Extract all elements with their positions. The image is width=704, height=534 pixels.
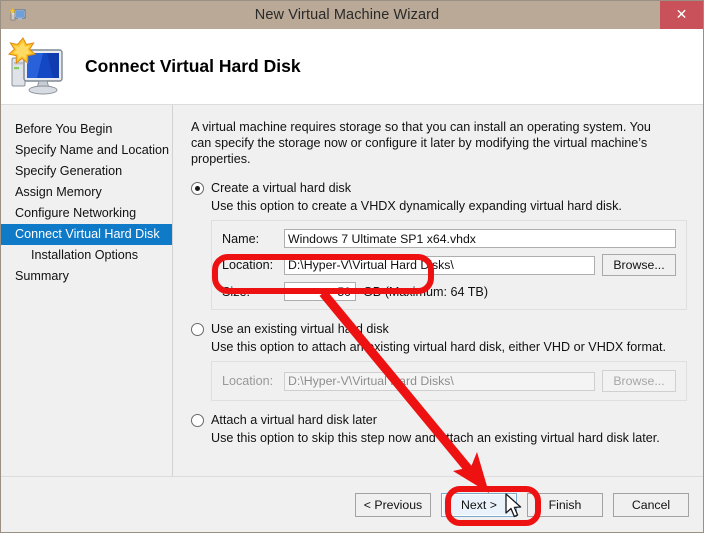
sidebar-item-specify-name-and-location[interactable]: Specify Name and Location bbox=[1, 140, 172, 161]
radio-create-virtual-hard-disk[interactable] bbox=[191, 182, 204, 195]
sidebar-item-configure-networking[interactable]: Configure Networking bbox=[1, 203, 172, 224]
virtual-machine-monitor-icon bbox=[7, 36, 63, 94]
size-suffix-label: GB (Maximum: 64 TB) bbox=[363, 284, 489, 299]
option-existing-label: Use an existing virtual hard disk bbox=[211, 322, 389, 336]
size-label: Size: bbox=[222, 284, 250, 299]
page-header: Connect Virtual Hard Disk bbox=[1, 29, 703, 105]
existing-location-input bbox=[284, 371, 595, 391]
close-icon[interactable]: ✕ bbox=[660, 1, 703, 29]
existing-location-label: Location: bbox=[222, 374, 274, 388]
sidebar-item-installation-options[interactable]: Installation Options bbox=[1, 245, 172, 266]
browse-location-button[interactable]: Browse... bbox=[602, 254, 676, 276]
sidebar-item-summary[interactable]: Summary bbox=[1, 266, 172, 287]
option-create-label: Create a virtual hard disk bbox=[211, 181, 351, 195]
app-icon bbox=[9, 8, 26, 21]
option-existing-description: Use this option to attach an existing vi… bbox=[211, 340, 666, 354]
wizard-footer: < Previous Next > Finish Cancel bbox=[1, 476, 703, 532]
sidebar-item-connect-virtual-hard-disk[interactable]: Connect Virtual Hard Disk bbox=[1, 224, 172, 245]
name-label: Name: bbox=[222, 231, 260, 246]
existing-disk-group: Location: Browse... bbox=[211, 361, 687, 401]
previous-button[interactable]: < Previous bbox=[355, 492, 431, 517]
option-create-virtual-hard-disk[interactable]: Create a virtual hard disk bbox=[191, 181, 687, 196]
location-field-row: Location: Browse... bbox=[222, 254, 676, 276]
sidebar-item-assign-memory[interactable]: Assign Memory bbox=[1, 182, 172, 203]
create-disk-group: Name: Location: Browse... Size: GB (Maxi… bbox=[211, 220, 687, 310]
page-title: Connect Virtual Hard Disk bbox=[85, 56, 301, 76]
option-attach-later-description: Use this option to skip this step now an… bbox=[211, 431, 660, 445]
option-attach-later[interactable]: Attach a virtual hard disk later bbox=[191, 413, 687, 428]
sidebar-item-before-you-begin[interactable]: Before You Begin bbox=[1, 119, 172, 140]
radio-use-existing-virtual-hard-disk[interactable] bbox=[191, 323, 204, 336]
finish-button[interactable]: Finish bbox=[527, 492, 603, 517]
size-field-row: Size: GB (Maximum: 64 TB) bbox=[222, 282, 676, 301]
wizard-body: Before You Begin Specify Name and Locati… bbox=[1, 105, 703, 476]
wizard-content: A virtual machine requires storage so th… bbox=[173, 105, 703, 476]
location-input[interactable] bbox=[284, 255, 595, 275]
next-button[interactable]: Next > bbox=[441, 492, 517, 517]
location-label: Location: bbox=[222, 258, 274, 272]
wizard-sidebar: Before You Begin Specify Name and Locati… bbox=[1, 105, 173, 476]
name-field-row: Name: bbox=[222, 229, 676, 248]
name-input[interactable] bbox=[284, 229, 676, 248]
option-create-description: Use this option to create a VHDX dynamic… bbox=[211, 199, 622, 213]
existing-browse-button: Browse... bbox=[602, 370, 676, 392]
sidebar-item-specify-generation[interactable]: Specify Generation bbox=[1, 161, 172, 182]
option-attach-later-label: Attach a virtual hard disk later bbox=[211, 413, 377, 427]
window-title: New Virtual Machine Wizard bbox=[254, 7, 440, 23]
title-bar: New Virtual Machine Wizard ✕ bbox=[1, 1, 703, 29]
option-use-existing-virtual-hard-disk[interactable]: Use an existing virtual hard disk bbox=[191, 322, 687, 337]
intro-text: A virtual machine requires storage so th… bbox=[191, 120, 651, 166]
radio-attach-later[interactable] bbox=[191, 414, 204, 427]
existing-location-field-row: Location: Browse... bbox=[222, 370, 676, 392]
size-input[interactable] bbox=[284, 282, 356, 301]
wizard-window: New Virtual Machine Wizard ✕ Connect Vir… bbox=[0, 0, 704, 533]
cancel-button[interactable]: Cancel bbox=[613, 492, 689, 517]
